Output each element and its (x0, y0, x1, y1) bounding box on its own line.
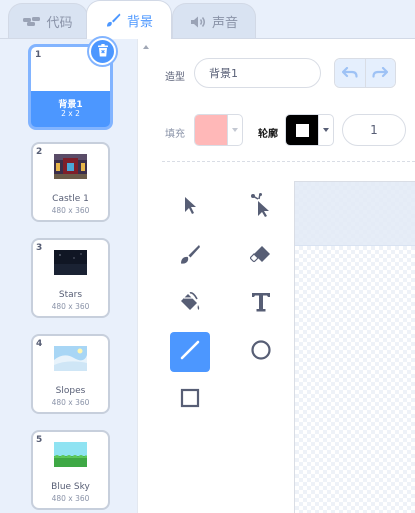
tab-backdrops[interactable]: 背景 (86, 0, 172, 39)
backdrop-list-scrollbar[interactable] (137, 39, 154, 513)
rectangle-icon (179, 387, 201, 413)
backdrop-size: 480 x 360 (51, 206, 90, 215)
brush-icon (179, 243, 201, 269)
backdrop-size: 480 x 360 (51, 398, 90, 407)
line-icon (179, 339, 201, 365)
backdrop-number: 4 (36, 339, 43, 349)
line-tool[interactable] (170, 332, 210, 372)
code-icon (23, 16, 41, 28)
paint-canvas[interactable] (294, 181, 415, 513)
chevron-down-icon (323, 128, 329, 132)
rectangle-tool[interactable] (170, 380, 210, 420)
tab-code[interactable]: 代码 (8, 3, 88, 39)
backdrop-item-2[interactable]: 2 Castle 1 480 x 360 (31, 142, 110, 222)
circle-tool[interactable] (241, 332, 281, 372)
backdrop-thumbnail (54, 250, 87, 275)
outline-inner-swatch (295, 123, 309, 137)
outline-color-picker[interactable] (285, 114, 334, 146)
select-tool[interactable] (170, 187, 210, 227)
toolbar-divider (162, 161, 415, 162)
delete-backdrop-button[interactable] (89, 38, 116, 65)
tab-code-label: 代码 (46, 16, 73, 31)
backdrop-number: 5 (36, 435, 43, 445)
bucket-icon (179, 291, 201, 317)
backdrop-number: 2 (36, 147, 43, 157)
backdrop-size: 480 x 360 (51, 494, 90, 503)
scroll-up-icon[interactable] (143, 45, 149, 49)
backdrop-name: Slopes (55, 386, 86, 396)
text-icon (251, 292, 271, 316)
outline-dropdown (318, 115, 333, 145)
outline-color-swatch (286, 115, 318, 145)
backdrop-thumbnail (54, 154, 87, 179)
tab-backdrops-label: 背景 (126, 14, 153, 30)
backdrop-list-panel: 1 背景1 2 x 2 2 Castle 1 480 x 360 3 Stars… (0, 38, 154, 513)
costume-name-label: 造型 (165, 72, 185, 83)
fill-label: 填充 (165, 129, 185, 140)
backdrop-item-5[interactable]: 5 Blue Sky 480 x 360 (31, 430, 110, 510)
backdrop-item-3[interactable]: 3 Stars 480 x 360 (31, 238, 110, 318)
reshape-tool[interactable] (241, 187, 281, 227)
undo-icon (341, 64, 358, 83)
backdrop-name: Castle 1 (52, 194, 89, 204)
redo-button[interactable] (364, 59, 395, 87)
undo-button[interactable] (335, 59, 365, 87)
canvas-backdrop-area (295, 182, 415, 246)
eraser-icon (249, 244, 272, 268)
backdrop-size: 2 x 2 (61, 109, 80, 118)
fill-color-swatch (195, 115, 227, 145)
fill-color-picker[interactable] (194, 114, 243, 146)
chevron-down-icon (232, 128, 238, 132)
backdrop-thumbnail (54, 442, 87, 467)
backdrop-list[interactable]: 1 背景1 2 x 2 2 Castle 1 480 x 360 3 Stars… (0, 38, 137, 513)
backdrop-name: Stars (58, 290, 83, 300)
outline-label: 轮廓 (258, 129, 278, 140)
reshape-icon (250, 193, 272, 221)
brush-icon (105, 12, 121, 28)
fill-tool[interactable] (170, 284, 210, 324)
outline-width-input[interactable]: 1 (342, 114, 406, 146)
circle-icon (250, 339, 272, 365)
editor-tabs: 代码 背景 声音 (0, 0, 415, 39)
arrow-icon (181, 195, 199, 219)
tab-sounds[interactable]: 声音 (172, 3, 256, 39)
costume-name-input[interactable]: 背景1 (194, 58, 321, 88)
backdrop-number: 1 (35, 50, 42, 60)
brush-tool[interactable] (170, 236, 210, 276)
backdrop-item-4[interactable]: 4 Slopes 480 x 360 (31, 334, 110, 414)
redo-icon (372, 64, 389, 83)
backdrop-thumbnail (54, 346, 87, 371)
backdrop-size: 480 x 360 (51, 302, 90, 311)
fill-dropdown (227, 115, 242, 145)
tab-sounds-label: 声音 (211, 16, 238, 31)
trash-icon (97, 42, 109, 61)
eraser-tool[interactable] (241, 236, 281, 276)
undo-redo-group (334, 58, 396, 88)
speaker-icon (190, 15, 206, 29)
text-tool[interactable] (241, 284, 281, 324)
paint-editor: 造型 背景1 填充 轮廓 1 (154, 38, 415, 513)
backdrop-name: Blue Sky (51, 482, 90, 492)
backdrop-number: 3 (36, 243, 43, 253)
